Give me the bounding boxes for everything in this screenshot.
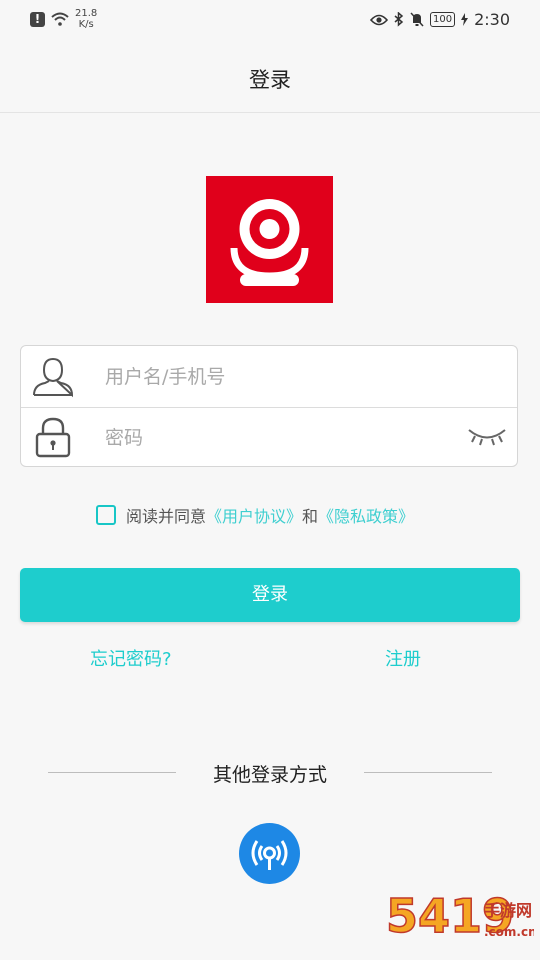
username-input[interactable]: [103, 358, 447, 396]
login-button[interactable]: 登录: [20, 568, 520, 622]
status-left: ! 21.8 K/s: [30, 8, 97, 30]
register-link[interactable]: 注册: [385, 645, 421, 671]
login-form-card: [20, 345, 518, 467]
battery-indicator: 100: [429, 12, 456, 27]
eye-closed-icon[interactable]: [467, 425, 507, 447]
agreement-row: 阅读并同意 《用户协议》 和 《隐私政策》: [96, 503, 414, 527]
alert-icon: !: [30, 11, 45, 27]
eye-status-icon: [369, 14, 388, 25]
agreement-prefix: 阅读并同意: [126, 507, 207, 526]
charging-icon: [461, 13, 469, 26]
username-row: [21, 346, 517, 408]
speed-value: 21.8: [75, 8, 98, 19]
user-agreement-link[interactable]: 《用户协议》: [206, 503, 302, 527]
forgot-password-link[interactable]: 忘记密码?: [90, 645, 172, 671]
agreement-checkbox[interactable]: [96, 505, 116, 525]
svg-text:手游网: 手游网: [484, 901, 532, 920]
svg-text:.com.cn: .com.cn: [484, 925, 534, 939]
password-row: [21, 407, 517, 468]
agreement-and: 和: [302, 507, 319, 526]
privacy-policy-link[interactable]: 《隐私政策》: [318, 503, 414, 527]
lock-icon: [35, 417, 71, 458]
other-login-button[interactable]: [239, 823, 300, 884]
other-login-title: 其他登录方式: [212, 764, 327, 786]
divider-right: [364, 772, 492, 773]
user-icon: [33, 357, 74, 398]
app-logo: [206, 176, 333, 303]
password-input[interactable]: [103, 419, 447, 457]
mute-bell-icon: [410, 12, 424, 27]
webcam-logo-icon: [230, 199, 309, 286]
status-bar: ! 21.8 K/s 100 2:30: [0, 0, 540, 40]
watermark-logo: 5419 手游网 .com.cn: [384, 882, 536, 954]
wifi-icon: [51, 12, 69, 26]
network-speed: 21.8 K/s: [75, 8, 97, 30]
status-time: 2:30: [474, 10, 510, 29]
status-right: 100 2:30: [369, 10, 510, 29]
watermark-graphic: 5419 手游网 .com.cn: [385, 888, 536, 944]
app-header: 登录: [0, 40, 540, 113]
speed-unit: K/s: [78, 19, 94, 30]
broadcast-icon: [251, 840, 288, 870]
bluetooth-icon: [394, 12, 404, 27]
page-title: 登录: [249, 68, 291, 92]
